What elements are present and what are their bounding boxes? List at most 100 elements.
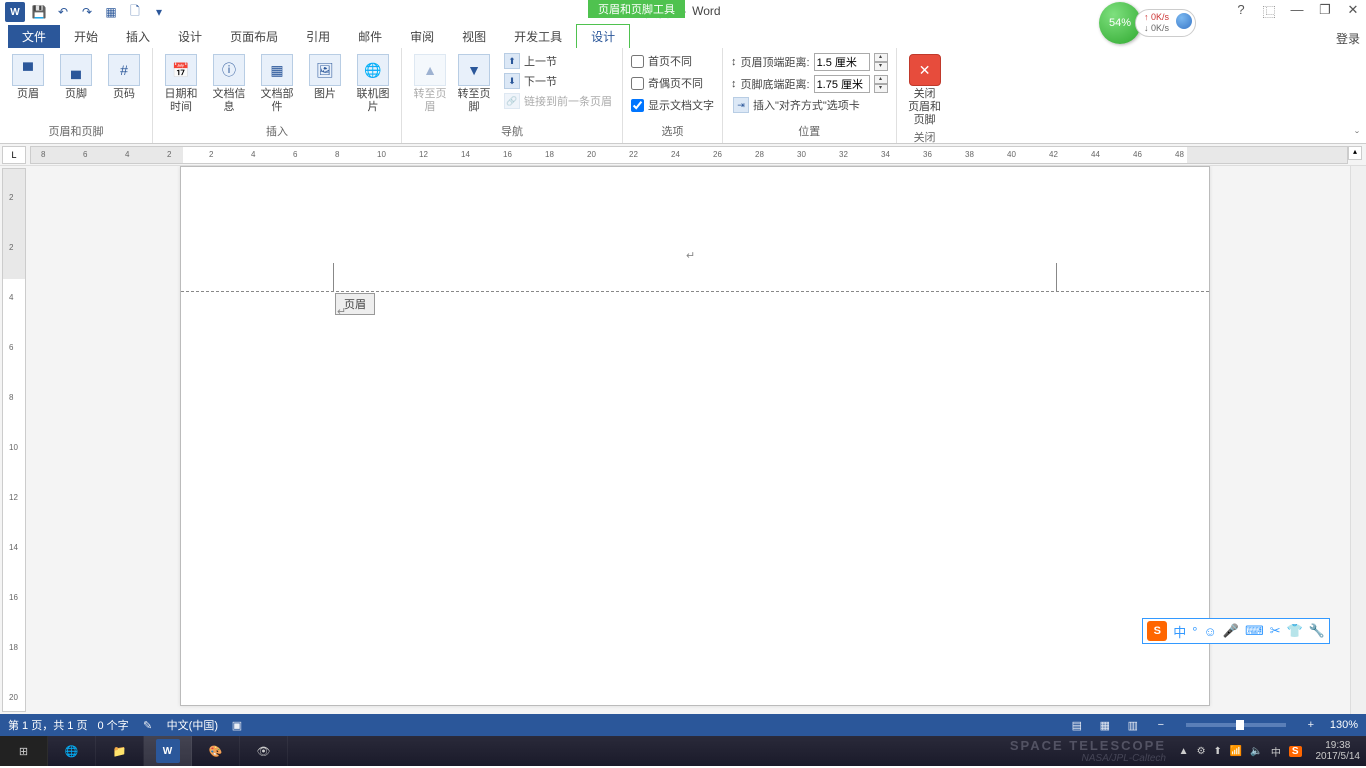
spin-down-icon[interactable]: ▾ bbox=[874, 62, 888, 71]
taskbar-app-paint[interactable]: 🎨 bbox=[192, 736, 240, 766]
align-tab-label: 插入"对齐方式"选项卡 bbox=[753, 97, 860, 113]
ribbon-button[interactable]: ▦文档部件 bbox=[255, 52, 299, 116]
status-language[interactable]: 中文(中国) bbox=[167, 717, 218, 733]
vertical-scrollbar[interactable] bbox=[1350, 166, 1366, 714]
collapse-ribbon-icon[interactable]: ˇ bbox=[1348, 48, 1366, 143]
new-doc-icon[interactable]: 🗋 bbox=[124, 1, 146, 23]
tab-mailings[interactable]: 邮件 bbox=[344, 25, 396, 48]
network-monitor[interactable]: 54% ↑ 0K/s ↓ 0K/s bbox=[1099, 4, 1196, 42]
maximize-icon[interactable]: ❐ bbox=[1316, 2, 1334, 21]
vertical-ruler[interactable]: 22468101214161820 bbox=[2, 168, 26, 712]
tab-layout[interactable]: 页面布局 bbox=[216, 25, 292, 48]
spinner[interactable]: ▴▾ bbox=[874, 53, 888, 71]
ime-settings-icon[interactable]: 🔧 bbox=[1309, 623, 1325, 639]
table-icon[interactable]: ▦ bbox=[100, 1, 122, 23]
tab-file[interactable]: 文件 bbox=[8, 25, 60, 48]
save-icon[interactable]: 💾 bbox=[28, 1, 50, 23]
spin-up-icon[interactable]: ▴ bbox=[874, 75, 888, 84]
tab-hf-design[interactable]: 设计 bbox=[576, 24, 630, 48]
tab-home[interactable]: 开始 bbox=[60, 25, 112, 48]
ribbon-button[interactable]: #页码 bbox=[102, 52, 146, 103]
tab-selector[interactable]: L bbox=[2, 146, 26, 164]
ime-punct-icon[interactable]: ° bbox=[1192, 624, 1197, 639]
ribbon-button[interactable]: 🌐联机图片 bbox=[351, 52, 395, 116]
zoom-level[interactable]: 130% bbox=[1330, 719, 1358, 731]
checkbox-input[interactable] bbox=[631, 55, 644, 68]
zoom-in-icon[interactable]: + bbox=[1302, 719, 1320, 731]
option-checkbox[interactable]: 奇偶页不同 bbox=[629, 74, 716, 92]
horizontal-ruler[interactable]: 8642246810121416182022242628303234363840… bbox=[30, 146, 1348, 164]
checkbox-label: 显示文档文字 bbox=[648, 97, 714, 113]
help-icon[interactable]: ? bbox=[1232, 2, 1250, 21]
checkbox-input[interactable] bbox=[631, 77, 644, 90]
ribbon-options-icon[interactable]: ⿺ bbox=[1260, 2, 1278, 21]
ime-logo-icon[interactable]: S bbox=[1147, 621, 1167, 641]
ime-skin-icon[interactable]: ✂ bbox=[1270, 623, 1281, 639]
macro-icon[interactable]: ▣ bbox=[228, 719, 246, 732]
page[interactable]: ↵ 页眉 ↵ bbox=[180, 166, 1210, 706]
tray-ime-lang[interactable]: 中 bbox=[1271, 744, 1281, 759]
minimize-icon[interactable]: — bbox=[1288, 2, 1306, 21]
start-button[interactable]: ⊞ bbox=[0, 736, 48, 766]
ime-voice-icon[interactable]: 🎤 bbox=[1223, 623, 1239, 639]
ime-toolbar[interactable]: S 中 ° ☺ 🎤 ⌨ ✂ 👕 🔧 bbox=[1142, 618, 1330, 644]
align-tab-icon: ⇥ bbox=[733, 97, 749, 113]
ribbon-small-button[interactable]: ⬆上一节 bbox=[500, 52, 616, 70]
tray-settings-icon[interactable]: ⚙ bbox=[1197, 746, 1206, 757]
tray-overflow-icon[interactable]: ▲ bbox=[1179, 746, 1189, 757]
tray-network-icon[interactable]: 📶 bbox=[1230, 746, 1242, 757]
ime-shirt-icon[interactable]: 👕 bbox=[1287, 623, 1303, 639]
status-words[interactable]: 0 个字 bbox=[97, 717, 128, 733]
redo-icon[interactable]: ↷ bbox=[76, 1, 98, 23]
tab-view[interactable]: 视图 bbox=[448, 25, 500, 48]
ribbon-small-button[interactable]: ⬇下一节 bbox=[500, 72, 616, 90]
web-layout-icon[interactable]: ▥ bbox=[1124, 719, 1142, 732]
ribbon-button[interactable]: 📅日期和时间 bbox=[159, 52, 203, 116]
document-canvas[interactable]: ↵ 页眉 ↵ S 中 ° ☺ 🎤 ⌨ ✂ 👕 🔧 bbox=[28, 166, 1350, 714]
tray-ime-icon[interactable]: S bbox=[1289, 746, 1302, 757]
distance-input[interactable] bbox=[814, 53, 870, 71]
ribbon-button[interactable]: ⓘ文档信息 bbox=[207, 52, 251, 116]
taskbar-app-browser[interactable]: 🌐 bbox=[48, 736, 96, 766]
ribbon-button[interactable]: ▀页眉 bbox=[6, 52, 50, 103]
print-layout-icon[interactable]: ▦ bbox=[1096, 719, 1114, 732]
qat-customize-icon[interactable]: ▾ bbox=[148, 1, 170, 23]
ribbon-button[interactable]: ▼转至页脚 bbox=[452, 52, 496, 116]
option-checkbox[interactable]: 显示文档文字 bbox=[629, 96, 716, 114]
ime-lang[interactable]: 中 bbox=[1173, 622, 1186, 641]
scroll-up-icon[interactable]: ▴ bbox=[1348, 146, 1362, 160]
zoom-slider[interactable] bbox=[1186, 723, 1286, 727]
undo-icon[interactable]: ↶ bbox=[52, 1, 74, 23]
ribbon-button[interactable]: 🖼图片 bbox=[303, 52, 347, 103]
tab-insert[interactable]: 插入 bbox=[112, 25, 164, 48]
spinner[interactable]: ▴▾ bbox=[874, 75, 888, 93]
close-header-footer-button[interactable]: ✕ 关闭 页眉和页脚 bbox=[903, 52, 947, 129]
checkbox-input[interactable] bbox=[631, 99, 644, 112]
taskbar-app-explorer[interactable]: 📁 bbox=[96, 736, 144, 766]
ime-emoji-icon[interactable]: ☺ bbox=[1203, 624, 1216, 639]
status-page[interactable]: 第 1 页，共 1 页 bbox=[8, 717, 87, 733]
tab-design[interactable]: 设计 bbox=[164, 25, 216, 48]
read-mode-icon[interactable]: ▤ bbox=[1068, 719, 1086, 732]
taskbar-app-word[interactable]: W bbox=[144, 736, 192, 766]
tab-references[interactable]: 引用 bbox=[292, 25, 344, 48]
zoom-out-icon[interactable]: − bbox=[1152, 719, 1170, 731]
tray-volume-icon[interactable]: 🔈 bbox=[1250, 746, 1262, 757]
small-btn-icon: ⬇ bbox=[504, 73, 520, 89]
close-icon[interactable]: ✕ bbox=[1344, 2, 1362, 21]
tray-clock[interactable]: 19:38 2017/5/14 bbox=[1316, 740, 1361, 762]
taskbar-app-viewer[interactable]: 👁 bbox=[240, 736, 288, 766]
distance-input[interactable] bbox=[814, 75, 870, 93]
spin-down-icon[interactable]: ▾ bbox=[874, 84, 888, 93]
ribbon-button[interactable]: ▄页脚 bbox=[54, 52, 98, 103]
option-checkbox[interactable]: 首页不同 bbox=[629, 52, 716, 70]
insert-align-tab-button[interactable]: ⇥插入"对齐方式"选项卡 bbox=[729, 96, 890, 114]
spin-up-icon[interactable]: ▴ bbox=[874, 53, 888, 62]
app-name: Word bbox=[692, 4, 720, 21]
login-link[interactable]: 登录 bbox=[1336, 30, 1360, 47]
proofing-icon[interactable]: ✎ bbox=[139, 719, 157, 732]
tab-developer[interactable]: 开发工具 bbox=[500, 25, 576, 48]
tab-review[interactable]: 审阅 bbox=[396, 25, 448, 48]
ime-softkbd-icon[interactable]: ⌨ bbox=[1245, 623, 1264, 639]
tray-update-icon[interactable]: ⬆ bbox=[1214, 746, 1222, 757]
